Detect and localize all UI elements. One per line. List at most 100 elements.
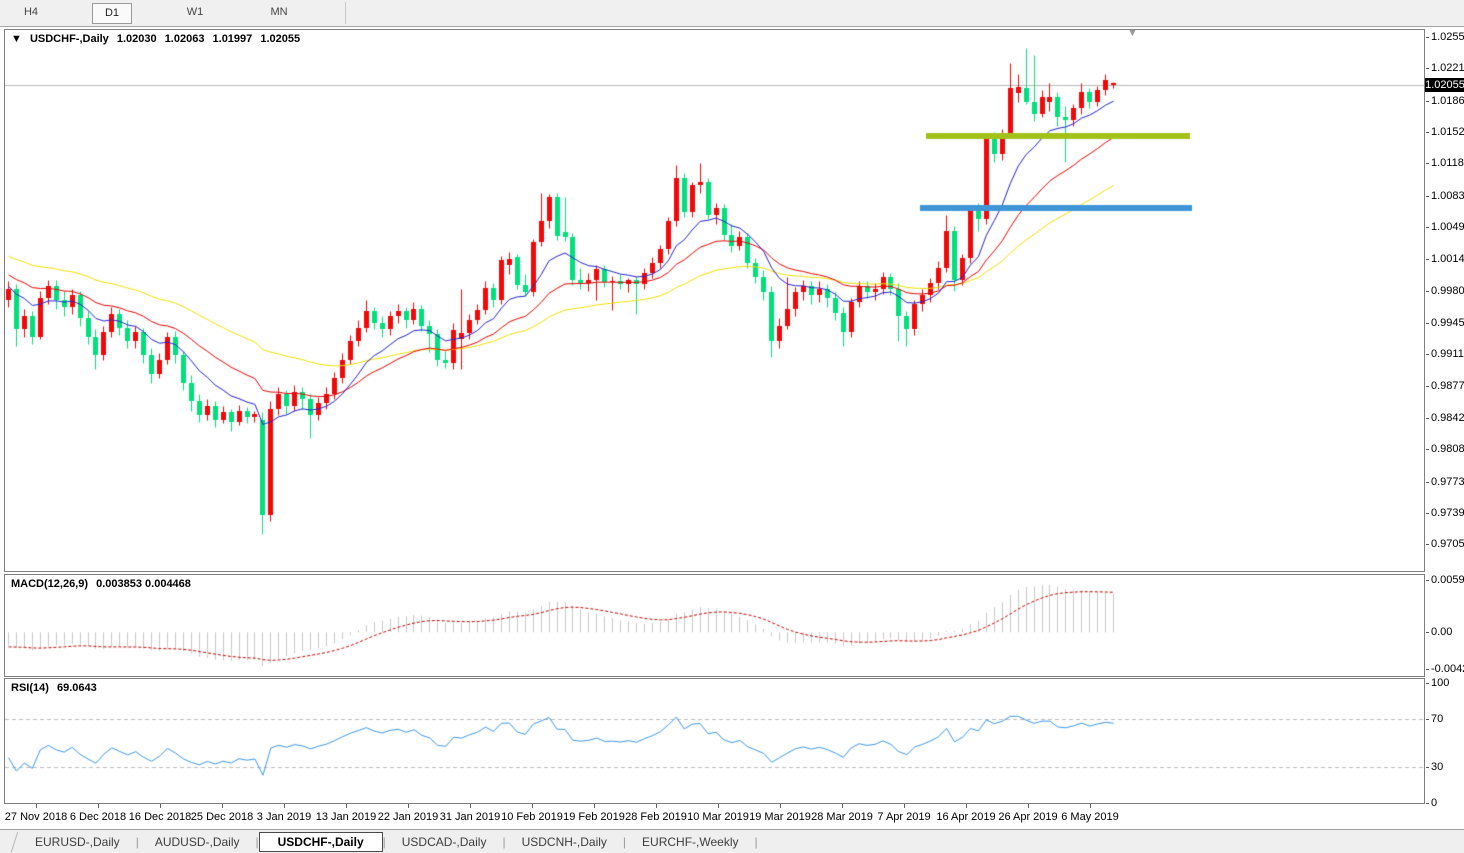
rsi-axis-label: 100	[1431, 676, 1450, 689]
price-axis-label: 0.99450	[1431, 316, 1464, 329]
price-axis-label-tick	[1426, 354, 1429, 356]
chart-tab-audusd[interactable]: AUDUSD-,Daily	[139, 833, 256, 851]
date-axis-label: 7 Apr 2019	[877, 811, 931, 823]
macd-axis-label: 0.00	[1431, 626, 1453, 639]
current-price-box: 1.02055	[1425, 77, 1464, 92]
macd-axis-label-tick	[1426, 632, 1429, 634]
date-tick	[36, 804, 37, 808]
date-axis-label: 19 Mar 2019	[749, 811, 811, 823]
price-axis-label-tick	[1426, 544, 1429, 546]
ohlc-high: 1.02063	[164, 33, 205, 45]
date-axis-label: 22 Jan 2019	[377, 811, 439, 823]
date-axis-label: 25 Dec 2018	[190, 811, 254, 823]
chart-tab-usdchf[interactable]: USDCHF-,Daily	[258, 832, 383, 852]
date-tick	[1028, 804, 1029, 808]
rsi-axis-label-tick	[1426, 803, 1429, 804]
date-tick	[842, 804, 843, 808]
price-axis-label-tick	[1426, 385, 1429, 387]
date-tick	[470, 804, 471, 808]
timeframe-button-w1[interactable]: W1	[176, 3, 214, 22]
rsi-axis-label-tick	[1426, 718, 1429, 720]
price-axis-label: 0.99800	[1431, 284, 1464, 297]
date-tick	[656, 804, 657, 808]
date-axis-label: 16 Dec 2018	[128, 811, 192, 823]
price-axis-label: 0.97390	[1431, 506, 1464, 519]
price-axis-label-tick	[1426, 37, 1429, 38]
price-axis-label: 0.98420	[1431, 411, 1464, 424]
price-axis-label: 1.02210	[1431, 62, 1464, 75]
date-tick	[98, 804, 99, 808]
price-axis-label-tick	[1426, 226, 1429, 228]
timeframe-button-mn[interactable]: MN	[260, 3, 298, 22]
price-axis-label: 1.01520	[1431, 126, 1464, 138]
price-axis-label: 1.00490	[1431, 220, 1464, 233]
main-chart-canvas[interactable]	[5, 30, 1424, 571]
price-axis-label-tick	[1426, 68, 1429, 70]
price-axis-label-tick	[1426, 290, 1429, 292]
macd-values: 0.003853 0.004468	[96, 578, 191, 590]
tab-strip-edge	[0, 832, 19, 852]
date-axis-label: 19 Feb 2019	[563, 811, 625, 823]
chart-tab-eurusd[interactable]: EURUSD-,Daily	[19, 833, 136, 851]
price-axis-label-tick	[1426, 322, 1429, 324]
symbol-label: USDCHF-,Daily	[29, 33, 109, 45]
timeframe-button-d1[interactable]: D1	[92, 3, 132, 24]
date-tick	[346, 804, 347, 808]
toolbar-divider	[345, 2, 346, 24]
ohlc-open: 1.02030	[116, 33, 157, 45]
price-axis-label-tick	[1426, 449, 1429, 451]
current-price-value: 1.02055	[1425, 78, 1464, 91]
chart-tab-eurchf[interactable]: EURCHF-,Weekly	[626, 833, 754, 851]
macd-axis-label-tick	[1426, 580, 1429, 582]
macd-header: MACD(12,26,9) 0.003853 0.004468	[11, 578, 196, 590]
rsi-label: RSI(14)	[11, 682, 49, 694]
date-axis: 27 Nov 2018 6 Dec 2018 16 Dec 2018 25 Dec 2…	[4, 804, 1425, 829]
rsi-axis-label: 70	[1431, 712, 1444, 725]
price-axis-label-tick	[1426, 132, 1429, 133]
price-axis-label: 0.98080	[1431, 443, 1464, 456]
date-axis-label: 27 Nov 2018	[4, 811, 68, 823]
macd-axis-label: 0.00597	[1431, 574, 1464, 587]
price-axis-label-tick	[1426, 481, 1429, 483]
macd-panel[interactable]: MACD(12,26,9) 0.003853 0.004468	[4, 574, 1425, 677]
rsi-panel[interactable]: RSI(14) 69.0643	[4, 678, 1425, 804]
macd-axis-label-tick	[1426, 669, 1429, 670]
rsi-axis-label: 0	[1431, 797, 1438, 809]
chart-tab-usdcad[interactable]: USDCAD-,Daily	[386, 833, 503, 851]
rsi-axis-label: 30	[1431, 760, 1444, 773]
date-tick	[222, 804, 223, 808]
rsi-canvas[interactable]	[5, 679, 1424, 803]
date-tick	[594, 804, 595, 808]
main-chart-panel[interactable]: ▼ USDCHF-,Daily 1.02030 1.02063 1.01997 …	[4, 27, 1425, 572]
price-axis-label-tick	[1426, 259, 1429, 261]
date-tick	[966, 804, 967, 808]
macd-canvas[interactable]	[5, 575, 1424, 676]
timeframe-button-h4[interactable]: H4	[12, 3, 50, 22]
price-axis-label: 0.97050	[1431, 538, 1464, 551]
date-axis-label: 13 Jan 2019	[315, 811, 377, 823]
date-tick	[1090, 804, 1091, 808]
price-axis-label: 0.99110	[1431, 348, 1464, 361]
price-axis-label: 1.00140	[1431, 253, 1464, 266]
price-axis-label: 1.01860	[1431, 94, 1464, 107]
date-axis-label: 28 Mar 2019	[811, 811, 873, 823]
date-tick	[718, 804, 719, 808]
date-axis-label: 10 Feb 2019	[501, 811, 563, 823]
chart-tab-usdcnh[interactable]: USDCNH-,Daily	[506, 833, 623, 851]
rsi-value: 69.0643	[56, 682, 97, 694]
date-axis-label: 6 May 2019	[1061, 811, 1119, 823]
date-tick	[780, 804, 781, 808]
price-axis-label-tick	[1426, 417, 1429, 419]
date-axis-label: 3 Jan 2019	[256, 811, 312, 823]
price-axis: 1.02055 1.02550 1.02210 1.01860 1.01520 1.01…	[1425, 29, 1464, 809]
price-axis-label: 0.97730	[1431, 475, 1464, 488]
price-axis-label: 1.00830	[1431, 189, 1464, 202]
symbol-dropdown-icon[interactable]: ▼	[11, 33, 22, 45]
date-axis-label: 28 Feb 2019	[625, 811, 687, 823]
price-axis-label-tick	[1426, 512, 1429, 514]
date-tick	[160, 804, 161, 808]
price-axis-label-tick	[1426, 195, 1429, 197]
price-axis-label: 1.02550	[1431, 31, 1464, 43]
ohlc-close: 1.02055	[260, 33, 301, 45]
tab-separator: |	[754, 835, 758, 849]
